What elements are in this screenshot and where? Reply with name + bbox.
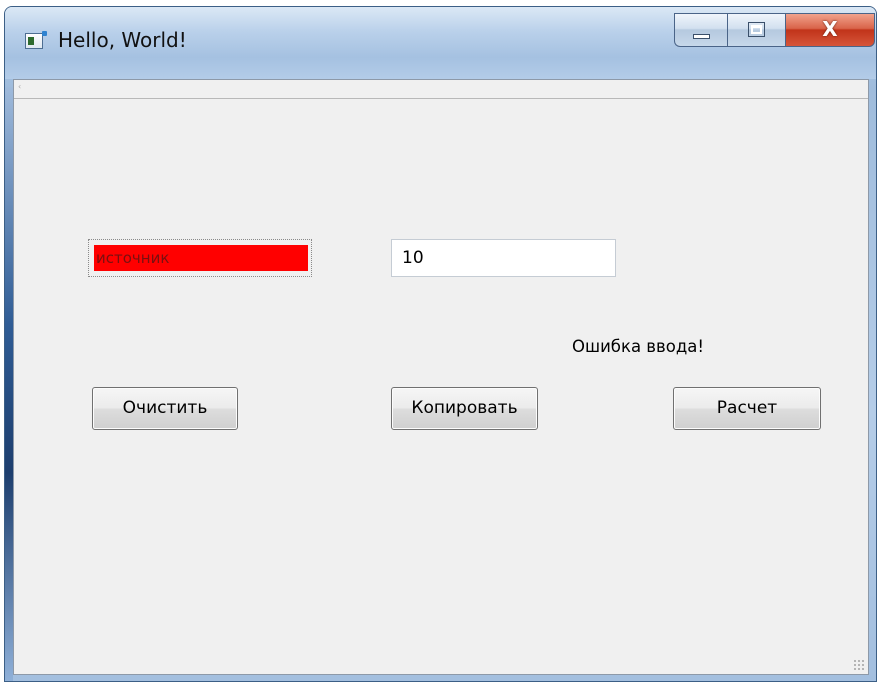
- title-bar[interactable]: Hello, World! X: [5, 7, 876, 79]
- client-area: ‹ источник 10 Ошибка ввода! Очистить Коп…: [13, 79, 869, 675]
- number-field[interactable]: 10: [391, 239, 616, 277]
- copy-button[interactable]: Копировать: [391, 387, 538, 430]
- window-title: Hello, World!: [58, 28, 187, 52]
- calculate-button[interactable]: Расчет: [673, 387, 821, 430]
- app-window: Hello, World! X ‹ источник 10 Ошибка вво…: [4, 6, 877, 682]
- close-button[interactable]: X: [785, 13, 875, 47]
- maximize-icon: [748, 22, 765, 37]
- window-frame-left: [5, 87, 13, 681]
- toolbar-strip: ‹: [14, 80, 868, 99]
- app-icon[interactable]: [25, 31, 47, 49]
- minimize-button[interactable]: [674, 13, 727, 47]
- error-label: Ошибка ввода!: [572, 337, 704, 356]
- source-field[interactable]: источник: [88, 239, 312, 277]
- clear-button[interactable]: Очистить: [92, 387, 238, 430]
- toolbar-grip-icon[interactable]: ‹: [18, 83, 22, 91]
- close-icon: X: [822, 17, 838, 41]
- resize-grip-icon[interactable]: [853, 659, 865, 671]
- maximize-button[interactable]: [727, 13, 785, 47]
- source-field-value[interactable]: источник: [94, 245, 308, 271]
- minimize-icon: [693, 34, 710, 39]
